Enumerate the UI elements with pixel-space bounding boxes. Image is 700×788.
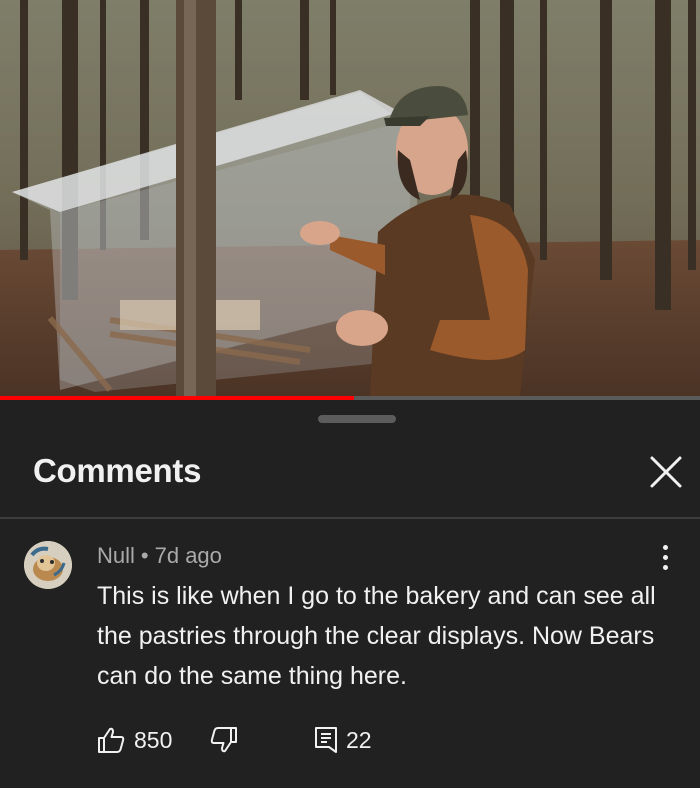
- comments-panel: Comments Null • 7d ago This is like when I…: [0, 400, 700, 788]
- comment-author[interactable]: Null: [97, 543, 135, 568]
- thumbs-up-icon: [98, 727, 125, 753]
- close-icon: [650, 456, 682, 488]
- like-button[interactable]: 850: [96, 723, 186, 757]
- meta-separator: •: [140, 543, 149, 568]
- avatar[interactable]: [24, 541, 72, 589]
- dislike-button[interactable]: [209, 723, 241, 757]
- like-count: 850: [134, 727, 173, 753]
- comment-text: This is like when I go to the bakery and…: [97, 582, 656, 690]
- more-vert-icon: [650, 545, 680, 570]
- reply-button[interactable]: 22: [312, 723, 392, 757]
- video-frame: [0, 0, 700, 396]
- avatar-image: [24, 541, 72, 589]
- reply-count: 22: [346, 727, 372, 753]
- thumbs-down-icon: [210, 727, 237, 753]
- comments-title: Comments: [33, 452, 202, 489]
- drag-handle[interactable]: [318, 415, 396, 423]
- reply-icon: [315, 727, 337, 753]
- comment-age: 7d ago: [154, 543, 222, 568]
- close-button[interactable]: [644, 450, 688, 494]
- comment-meta: Null • 7d ago: [97, 543, 222, 569]
- video-player[interactable]: [0, 0, 700, 396]
- more-options-button[interactable]: [650, 540, 680, 580]
- header-divider: [0, 517, 700, 519]
